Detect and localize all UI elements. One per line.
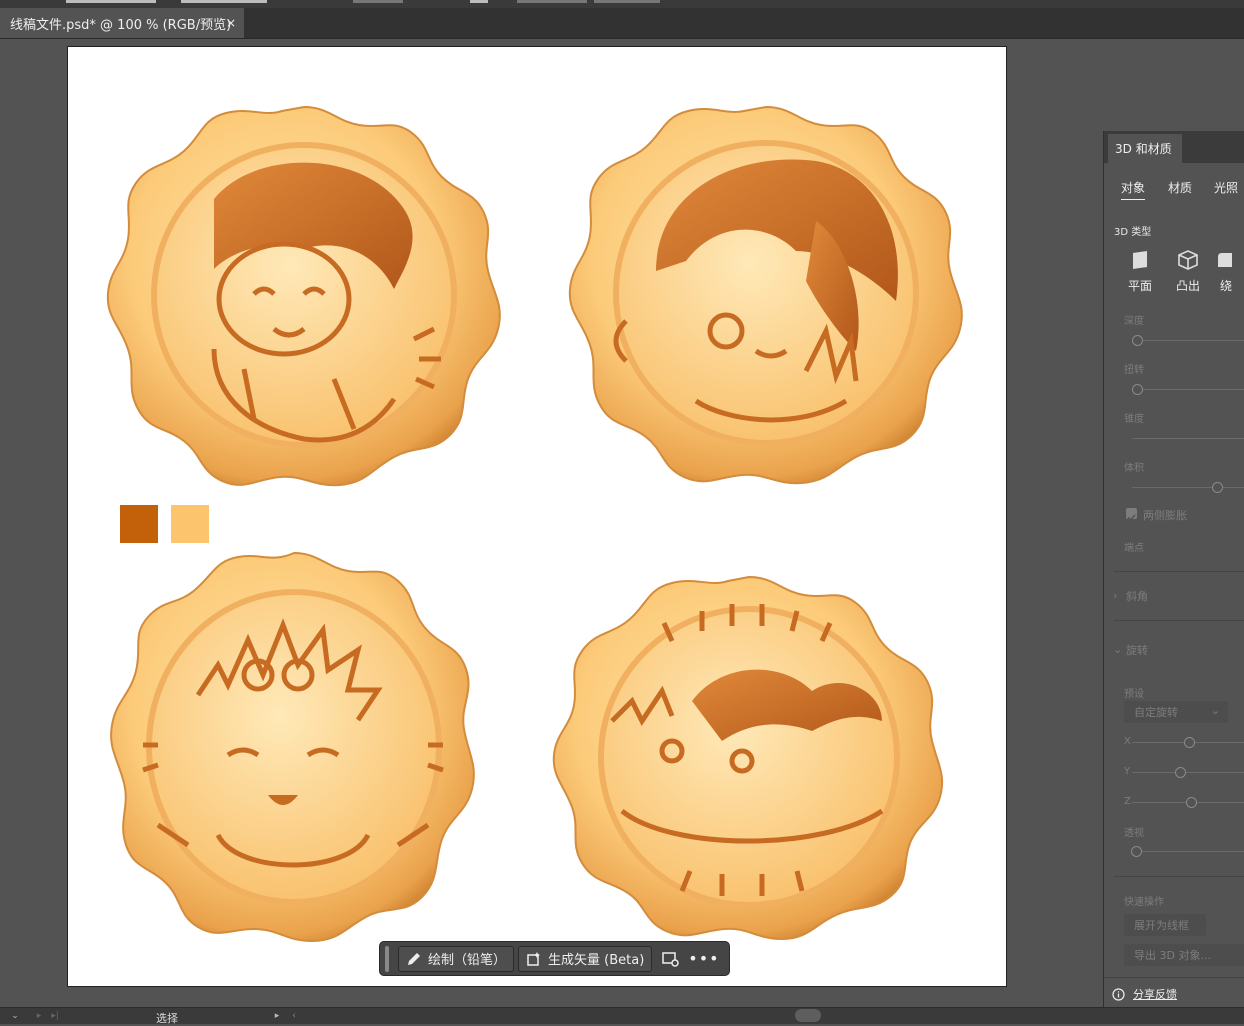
bevel-section-label[interactable]: 斜角: [1126, 588, 1148, 604]
generate-vector-label: 生成矢量 (Beta): [548, 953, 645, 968]
axis-y-label: Y: [1124, 766, 1131, 777]
scroll-left-icon[interactable]: ‹: [289, 1011, 299, 1021]
export-3d-button[interactable]: 导出 3D 对象...: [1124, 944, 1244, 966]
volume-slider-knob[interactable]: [1212, 482, 1223, 493]
generate-vector-button[interactable]: 生成矢量 (Beta): [518, 945, 653, 972]
depth-slider-knob[interactable]: [1132, 335, 1143, 346]
volume-label: 体积: [1124, 463, 1144, 474]
section-divider: [1114, 876, 1244, 877]
info-icon: [1112, 987, 1125, 1001]
previous-artboard-icon[interactable]: ▸: [34, 1011, 44, 1021]
expand-wireframe-label: 展开为线框: [1134, 919, 1189, 932]
share-feedback-link[interactable]: 分享反馈: [1133, 986, 1177, 1002]
chevron-down-icon[interactable]: ⌄: [10, 1011, 20, 1021]
cookie-illustration-3[interactable]: [108, 545, 480, 945]
3d-type-label: 3D 类型: [1114, 227, 1152, 238]
quick-actions-label: 快速操作: [1124, 897, 1164, 908]
control-segment[interactable]: [181, 0, 267, 3]
panel-header: 3D 和材质: [1104, 131, 1244, 163]
twist-slider-track[interactable]: [1141, 389, 1244, 390]
last-artboard-icon[interactable]: ▸|: [50, 1011, 60, 1021]
tab-object[interactable]: 对象: [1121, 179, 1146, 200]
twist-label: 扭转: [1124, 365, 1144, 376]
chevron-right-icon[interactable]: ›: [1113, 589, 1117, 602]
axis-y-slider-track[interactable]: [1132, 772, 1244, 773]
revolve-icon: [1218, 253, 1232, 267]
taper-slider-track[interactable]: [1132, 438, 1244, 439]
axis-y-slider-knob[interactable]: [1175, 767, 1186, 778]
type-extrude-label: 凸出: [1175, 279, 1200, 293]
generate-vector-icon: [527, 951, 541, 966]
draw-pencil-button[interactable]: 绘制（铅笔）: [398, 945, 515, 972]
axis-x-slider-knob[interactable]: [1184, 737, 1195, 748]
type-revolve-label: 绕: [1220, 279, 1233, 293]
perspective-slider-knob[interactable]: [1131, 846, 1142, 857]
status-mode-text: 选择: [156, 1012, 178, 1025]
panel-tab-3d-materials[interactable]: 3D 和材质: [1108, 134, 1182, 163]
3d-materials-panel: 3D 和材质 对象 材质 光照 3D 类型 平面 凸出 绕 深度 扭转 锥度 体…: [1103, 131, 1244, 1009]
inflate-both-checkbox[interactable]: [1126, 508, 1137, 522]
document-tab-bar: 线稿文件.psd* @ 100 % (RGB/预览) ×: [0, 8, 1244, 39]
more-options-icon[interactable]: •••: [688, 949, 719, 968]
extrude-cube-icon: [1178, 250, 1198, 270]
control-segment[interactable]: [353, 0, 403, 3]
rotation-preset-select[interactable]: 自定旋转 ⌄: [1124, 701, 1228, 723]
tab-lighting[interactable]: 光照: [1214, 179, 1238, 196]
cookie-illustration-4[interactable]: [552, 571, 946, 943]
depth-slider-track[interactable]: [1141, 340, 1244, 341]
taper-label: 锥度: [1124, 414, 1144, 425]
drag-handle[interactable]: [385, 945, 389, 972]
image-settings-icon: [662, 951, 679, 967]
twist-slider-knob[interactable]: [1132, 384, 1143, 395]
type-revolve-button[interactable]: 绕: [1216, 249, 1244, 294]
section-divider: [1104, 977, 1244, 978]
chevron-down-icon: ⌄: [1210, 704, 1220, 717]
axis-z-slider-knob[interactable]: [1186, 797, 1197, 808]
control-segment[interactable]: [66, 0, 156, 3]
type-plane-label: 平面: [1127, 279, 1152, 293]
document-title: 线稿文件.psd* @ 100 % (RGB/预览): [10, 17, 232, 33]
rotation-preset-value: 自定旋转: [1134, 706, 1178, 719]
inflate-both-label: 两侧膨胀: [1143, 509, 1187, 522]
check-icon: [1127, 514, 1136, 522]
control-segment[interactable]: [470, 0, 488, 3]
contextual-task-bar: 绘制（铅笔） 生成矢量 (Beta) •••: [379, 941, 730, 976]
share-feedback-row[interactable]: 分享反馈: [1112, 986, 1177, 1002]
cookie-illustration-1[interactable]: [104, 99, 504, 489]
chevron-down-icon[interactable]: ⌄: [1113, 643, 1122, 656]
type-extrude-button[interactable]: 凸出: [1168, 249, 1208, 294]
status-menu-arrow-icon[interactable]: ▸: [272, 1011, 282, 1021]
draw-pencil-label: 绘制（铅笔）: [428, 953, 507, 968]
close-icon[interactable]: ×: [226, 16, 236, 30]
color-swatch-dark[interactable]: [120, 505, 158, 543]
axis-x-label: X: [1124, 736, 1131, 747]
pencil-icon: [408, 952, 420, 965]
control-segment[interactable]: [517, 0, 587, 3]
perspective-label: 透视: [1124, 828, 1144, 839]
rotation-section-label[interactable]: 旋转: [1126, 642, 1148, 658]
expand-wireframe-button[interactable]: 展开为线框: [1124, 914, 1206, 936]
section-divider: [1114, 620, 1244, 621]
perspective-slider-track[interactable]: [1141, 851, 1244, 852]
type-plane-button[interactable]: 平面: [1120, 249, 1160, 294]
color-swatch-light[interactable]: [171, 505, 209, 543]
preset-label: 预设: [1124, 689, 1144, 700]
cookie-illustration-2[interactable]: [566, 101, 966, 485]
control-segment[interactable]: [594, 0, 660, 3]
horizontal-scrollbar-thumb[interactable]: [795, 1009, 821, 1022]
section-divider: [1114, 571, 1244, 572]
depth-label: 深度: [1124, 316, 1144, 327]
artboard[interactable]: [67, 46, 1007, 987]
tab-material[interactable]: 材质: [1168, 179, 1192, 196]
image-trace-button[interactable]: [658, 946, 682, 972]
document-tab[interactable]: 线稿文件.psd* @ 100 % (RGB/预览) ×: [0, 8, 244, 38]
status-bar: ⌄ ▸ ▸| 选择 ▸ ‹: [0, 1007, 1244, 1025]
export-3d-label: 导出 3D 对象...: [1134, 949, 1211, 962]
axis-z-label: Z: [1124, 796, 1131, 807]
plane-icon: [1133, 251, 1147, 269]
volume-slider-track[interactable]: [1132, 487, 1244, 488]
cap-label: 端点: [1124, 543, 1144, 554]
top-control-strip: [0, 0, 1244, 8]
